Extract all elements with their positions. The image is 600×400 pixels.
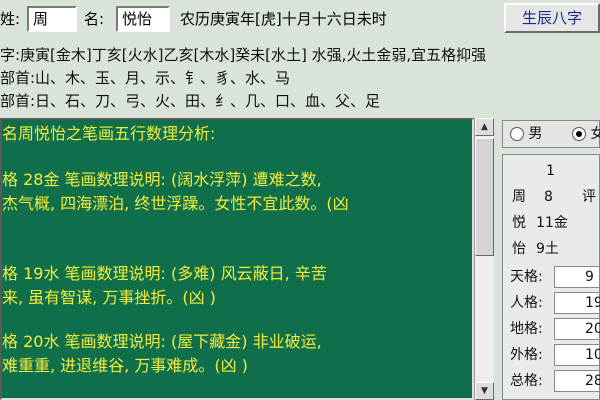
stroke-char: 周 <box>512 189 526 205</box>
grid-value-zong: 28 <box>554 370 600 392</box>
grid-label-wai: 外格: <box>510 347 543 363</box>
name-label: 名: <box>84 10 105 28</box>
stroke-char: 怡 <box>512 241 526 257</box>
analysis-scrollbar[interactable]: ▲ ▼ <box>474 118 494 400</box>
radio-male-icon[interactable] <box>510 127 524 141</box>
scroll-down-icon[interactable]: ▼ <box>475 382 494 400</box>
stroke-value: 8 <box>544 189 553 205</box>
gender-male-option[interactable]: 男 <box>510 125 542 143</box>
grid-value-ren: 19 <box>554 292 600 314</box>
stroke-top-value: 1 <box>546 163 555 179</box>
analysis-line: 格 20水 笔画数理说明: (屋下藏金) 非业破运, <box>2 332 322 351</box>
surname-input[interactable]: 周 <box>27 6 77 32</box>
surname-label: 姓: <box>0 10 21 28</box>
stroke-extra: 评 <box>582 189 596 205</box>
analysis-line: 名周悦怡之笔画五行数理分析: <box>2 124 216 143</box>
scroll-thumb[interactable] <box>475 138 494 256</box>
grid-value-text: 10 <box>585 347 600 363</box>
analysis-line: 难重重, 进退维谷, 万事难成。(凶 ) <box>2 356 248 375</box>
analysis-line: 格 19水 笔画数理说明: (多难) 风云蔽日, 辛苦 <box>2 264 327 283</box>
gender-male-label: 男 <box>528 126 543 142</box>
right-panel: 男 女 1 周 8 评 悦 11金 怡 9土 天格: 9 人格: 19 地格: … <box>496 118 600 400</box>
analysis-line: 杰气概, 四海漂泊, 终世浮躁。女性不宜此数。(凶 <box>2 194 349 213</box>
radio-female-icon[interactable] <box>572 127 586 141</box>
stroke-value: 9土 <box>536 241 559 257</box>
favorable-radicals: 部首:山、木、玉、月、示、钅、豸、水、马 <box>0 69 291 87</box>
grid-label-ren: 人格: <box>510 295 543 311</box>
analysis-line: 格 28金 笔画数理说明: (阔水浮萍) 遭难之数, <box>2 170 322 189</box>
grid-label-zong: 总格: <box>510 373 543 389</box>
analysis-text-area[interactable]: 名周悦怡之笔画五行数理分析: 格 28金 笔画数理说明: (阔水浮萍) 遭难之数… <box>0 118 474 400</box>
grid-label-tian: 天格: <box>510 269 543 285</box>
gender-female-option[interactable]: 女 <box>572 125 600 143</box>
stroke-value: 11金 <box>536 215 568 231</box>
given-name-input[interactable]: 悦怡 <box>116 6 170 32</box>
scroll-up-icon[interactable]: ▲ <box>475 118 494 136</box>
grid-value-tian: 9 <box>554 266 600 288</box>
wuxing-summary: 字:庚寅[金木]丁亥[火水]乙亥[木水]癸未[水土] 水强,火土金弱,宜五格抑强 <box>0 46 487 64</box>
grid-value-text: 9 <box>585 269 594 285</box>
grid-value-wai: 10 <box>554 344 600 366</box>
gender-female-label: 女 <box>590 126 600 142</box>
grid-label-di: 地格: <box>510 321 543 337</box>
grid-value-text: 19 <box>585 295 600 311</box>
analysis-line: 来, 虽有智谋, 万事挫折。(凶 ) <box>2 288 216 307</box>
unfavorable-radicals: 部首:日、石、刀、弓、火、田、纟、几、口、血、父、足 <box>0 92 381 110</box>
grid-value-di: 20 <box>554 318 600 340</box>
stroke-char: 悦 <box>512 215 526 231</box>
grid-value-text: 20 <box>585 321 600 337</box>
birth-chart-button[interactable]: 生辰八字 <box>504 3 600 33</box>
grid-value-text: 28 <box>585 373 600 389</box>
lunar-date-text: 农历庚寅年[虎]十月十六日未时 <box>180 10 387 28</box>
